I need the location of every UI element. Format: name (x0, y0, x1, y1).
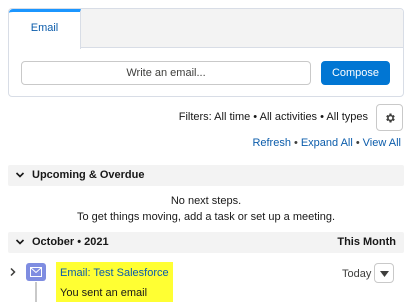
composer-card: Email Write an email... Compose (8, 8, 404, 97)
separator: • (355, 137, 360, 149)
activity-subject-link[interactable]: Email: Test Salesforce (60, 267, 169, 279)
month-section-title: October • 2021 (32, 236, 109, 248)
chevron-down-icon (15, 239, 25, 245)
tab-bar: Email (9, 9, 403, 49)
caret-down-icon (380, 271, 389, 277)
upcoming-section-title: Upcoming & Overdue (32, 169, 145, 181)
email-icon (26, 263, 46, 281)
activity-description: You sent an email (60, 287, 148, 299)
upcoming-section-header[interactable]: Upcoming & Overdue (8, 165, 404, 186)
view-all-link[interactable]: View All (363, 137, 401, 149)
empty-state-message: To get things moving, add a task or set … (76, 211, 336, 223)
activity-actions-button[interactable] (374, 263, 394, 283)
gear-icon (386, 113, 395, 123)
activity-date: Today (342, 268, 372, 280)
expand-all-link[interactable]: Expand All (301, 137, 353, 149)
timeline-connector (35, 282, 37, 302)
timeline-settings-button[interactable] (376, 104, 403, 131)
chevron-down-icon (15, 172, 25, 178)
refresh-link[interactable]: Refresh (252, 137, 291, 149)
write-email-input[interactable]: Write an email... (21, 61, 311, 85)
tab-email-label: Email (30, 22, 59, 34)
month-section-label: This Month (337, 236, 396, 248)
chevron-right-icon[interactable] (8, 267, 18, 277)
compose-button[interactable]: Compose (321, 61, 390, 85)
filters-summary: Filters: All time • All activities • All… (178, 111, 368, 123)
month-section-header[interactable]: October • 2021 This Month (8, 232, 404, 253)
tab-email[interactable]: Email (9, 9, 81, 49)
timeline-links: Refresh • Expand All • View All (252, 137, 401, 149)
empty-state-title: No next steps. (170, 195, 242, 207)
separator: • (293, 137, 298, 149)
